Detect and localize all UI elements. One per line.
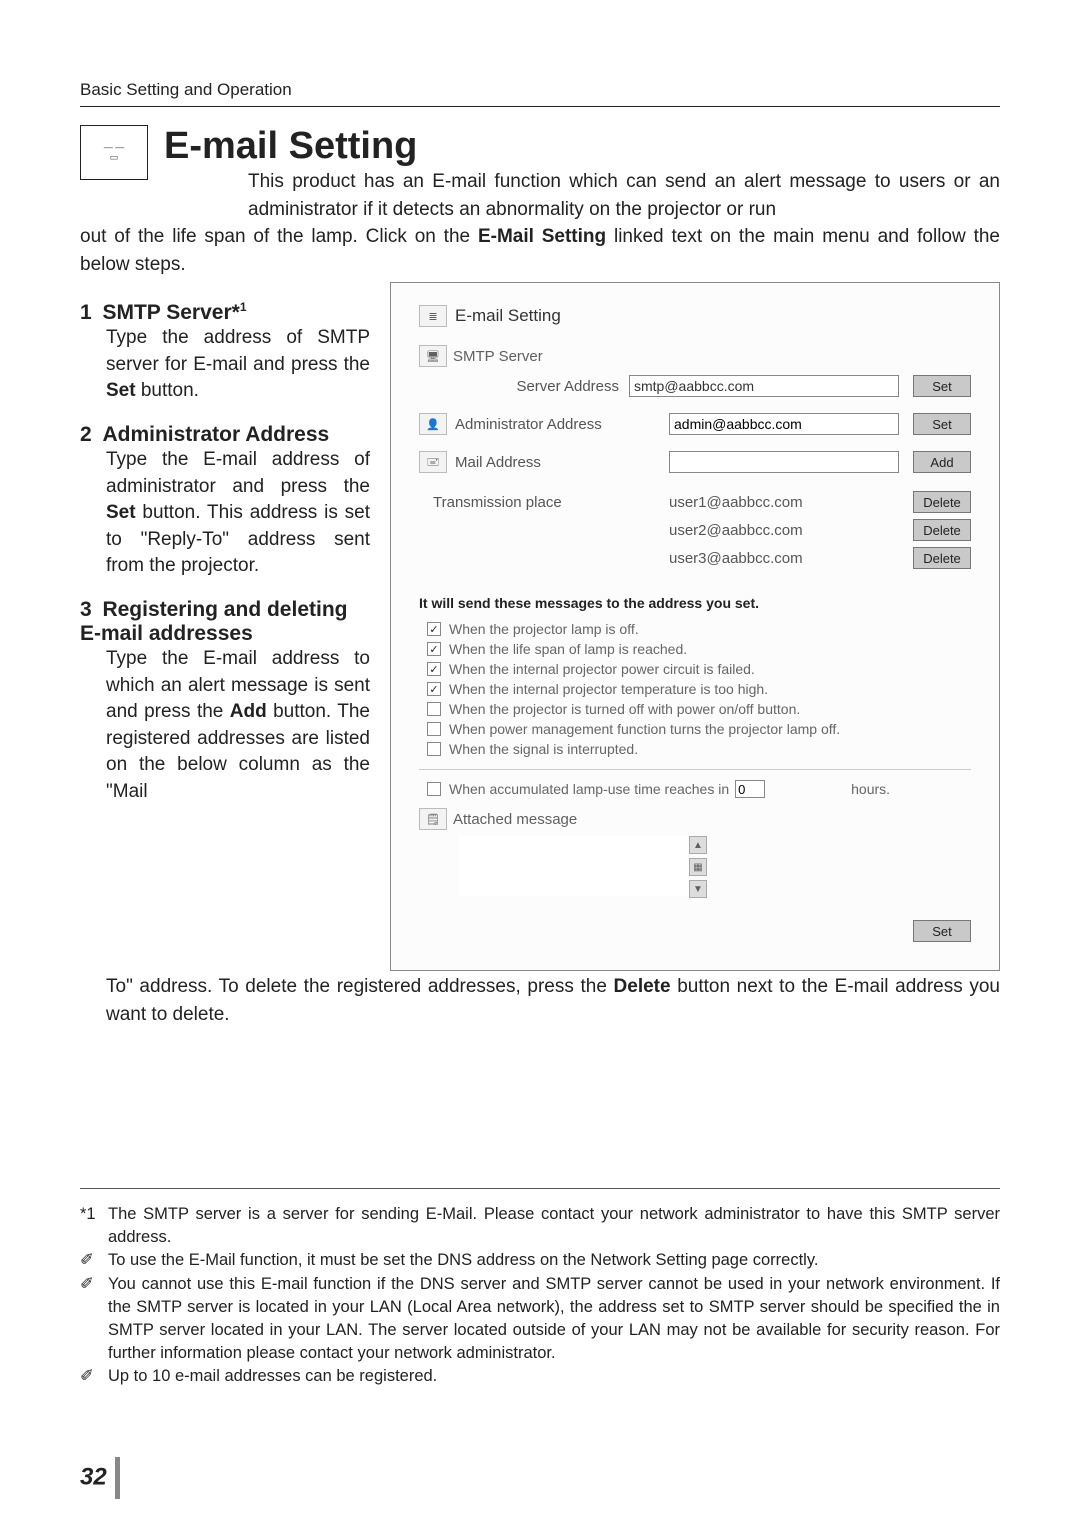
email-setting-icon: — —▭ <box>80 125 148 180</box>
smtp-server-label: SMTP Server <box>453 348 543 365</box>
step-1-sup: 1 <box>240 300 247 314</box>
step-3-body-bold: Add <box>230 701 267 722</box>
email-setting-panel: ≣ E-mail Setting 🖥 SMTP Server Server Ad… <box>390 282 1000 971</box>
condition-checkbox-7[interactable] <box>427 742 441 756</box>
step-1-number: 1 <box>80 301 98 325</box>
server-address-input[interactable] <box>629 375 899 397</box>
footnote-mark-1: *1 <box>80 1203 108 1249</box>
transmission-place-label: Transmission place <box>419 494 669 511</box>
condition-item-7: When the signal is interrupted. <box>427 741 971 757</box>
footnote-2: To use the E-Mail function, it must be s… <box>108 1249 1000 1272</box>
email-setting-link-text: E-Mail Setting <box>478 226 606 247</box>
panel-title: E-mail Setting <box>455 306 561 326</box>
step-1-body-bold: Set <box>106 380 136 401</box>
attached-message-icon: 🗒 <box>419 808 447 830</box>
condition-checkbox-4[interactable]: ✓ <box>427 682 441 696</box>
transmission-email-1: user1@aabbcc.com <box>669 494 899 511</box>
admin-address-input[interactable] <box>669 413 899 435</box>
step-2-title: Administrator Address <box>102 423 329 446</box>
step-2-number: 2 <box>80 423 98 447</box>
accum-hours-input[interactable] <box>735 780 765 798</box>
condition-item-3: ✓ When the internal projector power circu… <box>427 661 971 677</box>
conditions-list: ✓ When the projector lamp is off. ✓ When th… <box>419 621 971 757</box>
accum-prefix: When accumulated lamp-use time reaches i… <box>449 781 729 797</box>
attached-message-label: Attached message <box>453 811 577 828</box>
condition-checkbox-3[interactable]: ✓ <box>427 662 441 676</box>
step-2-body-bold: Set <box>106 502 136 523</box>
condition-checkbox-6[interactable] <box>427 722 441 736</box>
step-2-body-b: button. This address is set to "Reply-To… <box>106 502 370 576</box>
smtp-set-button[interactable]: Set <box>913 375 971 397</box>
footnote-mark-4: ✐ <box>80 1365 108 1388</box>
server-address-label: Server Address <box>419 378 629 395</box>
page-title: E-mail Setting <box>164 125 1000 168</box>
breadcrumb: Basic Setting and Operation <box>80 80 1000 107</box>
footnote-divider <box>80 1188 1000 1189</box>
condition-label-6: When power management function turns the… <box>449 721 840 737</box>
step-3-title: Registering and deleting E-mail addresse… <box>80 598 347 645</box>
condition-item-1: ✓ When the projector lamp is off. <box>427 621 971 637</box>
panel-icon: ≣ <box>419 305 447 327</box>
accum-suffix: hours. <box>851 781 890 797</box>
footnote-3: You cannot use this E-mail function if t… <box>108 1273 1000 1365</box>
page-number: 32 <box>80 1463 107 1490</box>
condition-label-7: When the signal is interrupted. <box>449 741 638 757</box>
panel-set-button[interactable]: Set <box>913 920 971 942</box>
page-number-bar <box>115 1457 120 1499</box>
after-panel-bold: Delete <box>614 976 671 997</box>
intro-text-line2a: out of the life span of the lamp. Click … <box>80 226 478 247</box>
condition-label-5: When the projector is turned off with po… <box>449 701 800 717</box>
mail-address-input[interactable] <box>669 451 899 473</box>
condition-item-2: ✓ When the life span of lamp is reached. <box>427 641 971 657</box>
condition-label-3: When the internal projector power circui… <box>449 661 755 677</box>
condition-label-1: When the projector lamp is off. <box>449 621 639 637</box>
conditions-heading: It will send these messages to the addre… <box>419 595 971 611</box>
condition-checkbox-5[interactable] <box>427 702 441 716</box>
step-1-title: SMTP Server* <box>102 301 239 324</box>
admin-set-button[interactable]: Set <box>913 413 971 435</box>
condition-label-4: When the internal projector temperature … <box>449 681 768 697</box>
scroll-mid-button[interactable]: ▦ <box>689 858 707 876</box>
condition-checkbox-1[interactable]: ✓ <box>427 622 441 636</box>
mail-icon: 🖃 <box>419 451 447 473</box>
condition-item-4: ✓ When the internal projector temperature… <box>427 681 971 697</box>
step-1-body-after: button. <box>136 380 199 401</box>
transmission-email-2: user2@aabbcc.com <box>669 522 899 539</box>
mail-add-button[interactable]: Add <box>913 451 971 473</box>
step-3-number: 3 <box>80 598 98 622</box>
scroll-down-button[interactable]: ▼ <box>689 880 707 898</box>
step-2-body-a: Type the E-mail address of administrator… <box>106 449 370 497</box>
admin-icon: 👤 <box>419 413 447 435</box>
delete-button-3[interactable]: Delete <box>913 547 971 569</box>
footnote-mark-2: ✐ <box>80 1249 108 1272</box>
admin-address-label: Administrator Address <box>455 416 602 433</box>
after-panel-a: To" address. To delete the registered ad… <box>106 976 614 997</box>
transmission-email-3: user3@aabbcc.com <box>669 550 899 567</box>
footnote-4: Up to 10 e-mail addresses can be registe… <box>108 1365 1000 1388</box>
footnote-1: The SMTP server is a server for sending … <box>108 1203 1000 1249</box>
step-1-body: Type the address of SMTP server for E-ma… <box>106 327 370 375</box>
smtp-server-icon: 🖥 <box>419 345 447 367</box>
scroll-up-button[interactable]: ▲ <box>689 836 707 854</box>
condition-item-5: When the projector is turned off with po… <box>427 701 971 717</box>
footnote-mark-3: ✐ <box>80 1273 108 1365</box>
condition-item-6: When power management function turns the… <box>427 721 971 737</box>
condition-label-2: When the life span of lamp is reached. <box>449 641 687 657</box>
attached-message-textarea[interactable] <box>459 836 689 896</box>
delete-button-1[interactable]: Delete <box>913 491 971 513</box>
delete-button-2[interactable]: Delete <box>913 519 971 541</box>
condition-checkbox-2[interactable]: ✓ <box>427 642 441 656</box>
intro-text-line1: This product has an E-mail function whic… <box>248 168 1000 223</box>
accum-checkbox[interactable] <box>427 782 441 796</box>
mail-address-label: Mail Address <box>455 454 541 471</box>
